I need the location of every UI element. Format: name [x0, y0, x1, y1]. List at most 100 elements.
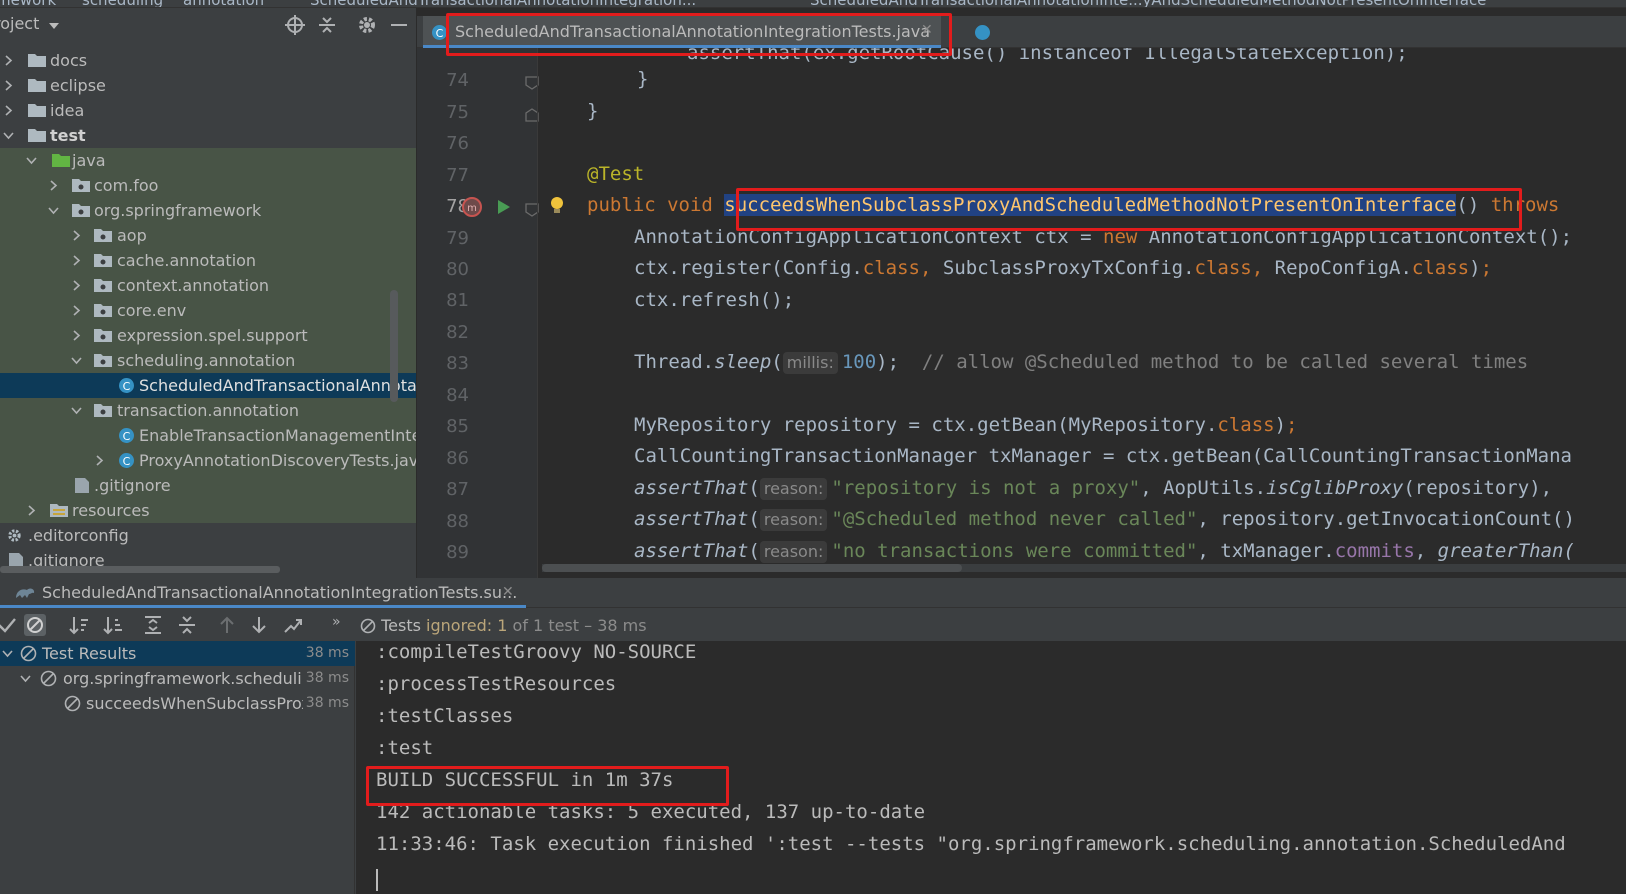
console-line: :test [376, 737, 434, 759]
tree-item-com-foo[interactable]: com.foo [0, 173, 416, 198]
lightbulb-icon[interactable] [549, 196, 565, 216]
chevron-right-icon[interactable] [73, 255, 81, 266]
tree-item-cache-annotation[interactable]: cache.annotation [0, 248, 416, 273]
tree-item-label: context.annotation [117, 276, 269, 295]
console-line: 11:33:46: Task execution finished ':test… [376, 833, 1566, 855]
project-scrollbar[interactable] [390, 290, 398, 402]
project-panel-title[interactable]: roject [0, 14, 39, 33]
previous-failed-icon[interactable] [216, 614, 238, 636]
project-horizontal-scrollbar[interactable] [0, 566, 280, 573]
tree-item-label: org.springframework [94, 201, 262, 220]
chevron-right-icon[interactable] [5, 80, 13, 91]
more-actions-icon[interactable]: » [332, 614, 341, 630]
chevron-right-icon[interactable] [5, 105, 13, 116]
console-line: 142 actionable tasks: 5 executed, 137 up… [376, 801, 926, 823]
console-output[interactable]: :compileTestGroovy NO-SOURCE :processTes… [356, 641, 1626, 894]
tree-item-editorconfig[interactable]: .editorconfig [0, 523, 416, 548]
test-result-package[interactable]: org.springframework.scheduling 38 ms [0, 666, 355, 691]
tree-item-expression-spel-support[interactable]: expression.spel.support [0, 323, 416, 348]
chevron-down-icon[interactable] [26, 157, 37, 165]
collapse-all-icon[interactable] [176, 614, 198, 636]
tree-item-test[interactable]: test [0, 123, 416, 148]
chevron-down-icon[interactable] [71, 357, 82, 365]
line-number-gutter: 74 75 76 77 78 79 80 81 82 83 84 85 86 8… [417, 48, 563, 578]
package-icon [94, 304, 112, 317]
run-tab[interactable]: ScheduledAndTransactionalAnnotationInteg… [0, 578, 526, 608]
tree-item-core-env[interactable]: core.env [0, 298, 416, 323]
line-number: 84 [446, 385, 469, 406]
sort-by-duration-icon[interactable] [102, 614, 124, 636]
tree-item-enable-transaction-class[interactable]: C EnableTransactionManagementInte [0, 423, 416, 448]
package-icon [72, 179, 90, 192]
package-icon [94, 354, 112, 367]
svg-text:C: C [123, 380, 131, 393]
breadcrumb-item[interactable]: scheduling [82, 0, 163, 7]
chevron-down-icon[interactable] [3, 132, 14, 140]
svg-text:C: C [123, 430, 131, 443]
line-number: 79 [446, 228, 469, 249]
next-failed-icon[interactable] [248, 614, 270, 636]
chevron-right-icon[interactable] [5, 55, 13, 66]
collapse-all-icon[interactable] [316, 14, 338, 36]
test-ignored-icon[interactable]: m [461, 196, 483, 218]
test-result-method[interactable]: succeedsWhenSubclassProxy 38 ms [0, 691, 355, 716]
tree-item-scheduled-test-class[interactable]: C ScheduledAndTransactionalAnnotati [0, 373, 416, 398]
breadcrumb-item[interactable]: ScheduledAndTransactionalAnnotationInteg… [310, 0, 696, 7]
chevron-right-icon[interactable] [28, 505, 36, 516]
close-icon[interactable]: ✕ [921, 22, 933, 38]
locate-icon[interactable] [284, 14, 306, 36]
run-test-icon[interactable] [497, 199, 511, 215]
code-editor[interactable]: C ScheduledAndTransactionalAnnotationInt… [417, 8, 1626, 578]
close-icon[interactable]: ✕ [502, 584, 514, 600]
tree-item-org-springframework[interactable]: org.springframework [0, 198, 416, 223]
chevron-down-icon[interactable] [20, 675, 31, 683]
chevron-right-icon[interactable] [73, 330, 81, 341]
chevron-right-icon[interactable] [96, 455, 104, 466]
tree-item-resources[interactable]: resources [0, 498, 416, 523]
breadcrumb-item[interactable]: ScheduledAndTransactionalAnnotationInte.… [810, 0, 1486, 7]
code-line-77: @Test [587, 163, 645, 185]
export-results-icon[interactable] [282, 614, 304, 636]
tree-item-proxy-discovery-class[interactable]: C ProxyAnnotationDiscoveryTests.java [0, 448, 416, 473]
tree-item-aop[interactable]: aop [0, 223, 416, 248]
chevron-right-icon[interactable] [50, 180, 58, 191]
tree-item-scheduling-annotation[interactable]: scheduling.annotation [0, 348, 416, 373]
java-class-icon: C [119, 428, 134, 443]
tree-item-label: com.foo [94, 176, 159, 195]
tree-item-docs[interactable]: docs [0, 48, 416, 73]
chevron-down-icon[interactable] [49, 23, 59, 29]
tree-item-transaction-annotation[interactable]: transaction.annotation [0, 398, 416, 423]
editor-tab[interactable] [962, 16, 1626, 48]
package-icon [94, 279, 112, 292]
chevron-right-icon[interactable] [73, 280, 81, 291]
chevron-down-icon[interactable] [48, 207, 59, 215]
chevron-right-icon[interactable] [73, 230, 81, 241]
tree-item-idea[interactable]: idea [0, 98, 416, 123]
chevron-down-icon[interactable] [71, 407, 82, 415]
tree-item-java[interactable]: java [0, 148, 416, 173]
parameter-hint: reason: [759, 478, 828, 500]
breadcrumb-item[interactable]: annotation [183, 0, 264, 7]
test-result-root[interactable]: Test Results 38 ms [0, 641, 355, 666]
tree-item-context-annotation[interactable]: context.annotation [0, 273, 416, 298]
show-passed-icon[interactable] [0, 614, 18, 636]
sort-alphabetically-icon[interactable] [68, 614, 90, 636]
expand-all-icon[interactable] [142, 614, 164, 636]
package-icon [94, 254, 112, 267]
gear-icon[interactable] [356, 14, 378, 36]
breadcrumb-item[interactable]: mework [0, 0, 56, 7]
minimize-icon[interactable] [388, 14, 410, 36]
chevron-down-icon[interactable] [2, 650, 13, 658]
chevron-right-icon[interactable] [73, 305, 81, 316]
code-line-75: } [587, 100, 599, 122]
editor-horizontal-scrollbar[interactable] [542, 564, 1626, 572]
java-class-icon [975, 25, 990, 40]
gear-icon [8, 529, 21, 542]
tree-item-gitignore-test[interactable]: .gitignore [0, 473, 416, 498]
tree-item-label: idea [50, 101, 85, 120]
line-number: 77 [446, 165, 469, 186]
show-ignored-toggle[interactable] [24, 614, 46, 636]
tree-item-eclipse[interactable]: eclipse [0, 73, 416, 98]
editor-tab-active[interactable]: C ScheduledAndTransactionalAnnotationInt… [423, 16, 941, 48]
java-class-icon: C [119, 453, 134, 468]
